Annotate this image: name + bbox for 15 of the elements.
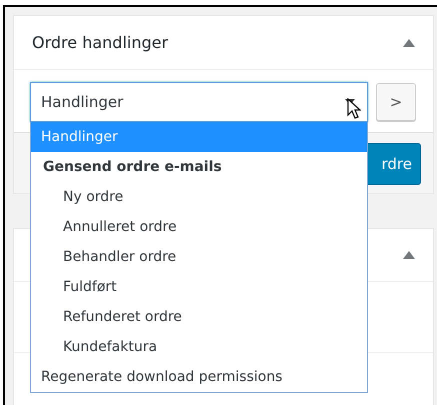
dropdown-option[interactable]: Refunderet ordre (31, 302, 367, 332)
option-group-label: Gensend ordre e-mails (42, 158, 223, 177)
submit-button[interactable]: rdre (365, 143, 421, 185)
collapse-icon[interactable] (403, 251, 415, 259)
dropdown-option[interactable]: Kundefaktura (31, 332, 367, 362)
dropdown-option[interactable]: Behandler ordre (31, 242, 367, 272)
go-button[interactable]: > (376, 83, 416, 121)
panel-title: Ordre handlinger (32, 33, 168, 52)
dropdown-option[interactable]: Ny ordre (31, 182, 367, 212)
cursor-icon (347, 98, 361, 120)
collapse-icon[interactable] (403, 38, 415, 46)
dropdown-option[interactable]: Fuldført (31, 272, 367, 302)
dropdown-option[interactable]: Annulleret ordre (31, 212, 367, 242)
actions-select[interactable]: Handlinger (30, 82, 368, 122)
dropdown-option[interactable]: Regenerate download permissions (31, 362, 367, 392)
